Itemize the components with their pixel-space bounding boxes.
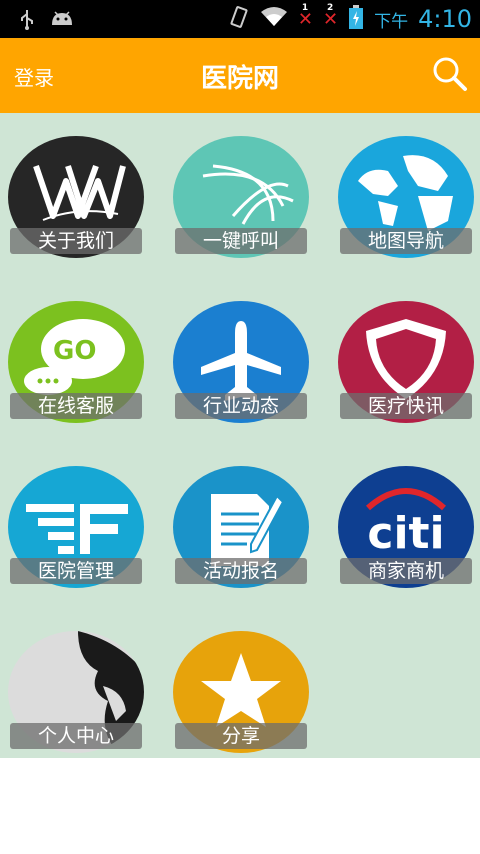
app-bar: 登录 医院网 — [0, 38, 480, 113]
status-bar: 1 ✕ 2 ✕ 下午 4:10 — [0, 0, 480, 38]
tile-one-click-call[interactable]: 一键呼叫 — [173, 136, 309, 262]
tile-personal-center[interactable]: 个人中心 — [8, 631, 144, 757]
tile-label: 分享 — [175, 723, 307, 749]
tile-label: 地图导航 — [340, 228, 472, 254]
time-prefix: 下午 — [374, 11, 409, 32]
tile-hospital-management[interactable]: 医院管理 — [8, 466, 144, 592]
battery-charging-icon — [348, 4, 364, 34]
no-signal-sim2-icon: 2 ✕ — [323, 2, 339, 30]
no-signal-sim1-icon: 1 ✕ — [297, 2, 313, 30]
svg-text:citi: citi — [367, 508, 444, 559]
tile-label: 医疗快讯 — [340, 393, 472, 419]
vibrate-icon — [228, 5, 250, 33]
tile-label: 在线客服 — [10, 393, 142, 419]
search-icon[interactable] — [432, 56, 468, 92]
tile-business-opportunities[interactable]: citi 商家商机 — [338, 466, 474, 592]
svg-text:GO: GO — [53, 336, 96, 366]
usb-icon — [18, 8, 36, 34]
tile-about-us[interactable]: 关于我们 — [8, 136, 144, 262]
tile-label: 行业动态 — [175, 393, 307, 419]
tile-event-signup[interactable]: 活动报名 — [173, 466, 309, 592]
tile-label: 商家商机 — [340, 558, 472, 584]
tile-online-service[interactable]: GO 在线客服 — [8, 301, 144, 427]
tile-map-navigation[interactable]: 地图导航 — [338, 136, 474, 262]
menu-grid: 关于我们 一键呼叫 地图导航 GO 在线客服 行业动态 医疗快讯 医院管理 活动… — [0, 113, 480, 758]
clock: 4:10 — [418, 5, 472, 33]
tile-label: 关于我们 — [10, 228, 142, 254]
android-icon — [50, 9, 74, 33]
tile-share[interactable]: 分享 — [173, 631, 309, 757]
page-title: 医院网 — [200, 64, 279, 94]
tile-label: 个人中心 — [10, 723, 142, 749]
tile-industry-news[interactable]: 行业动态 — [173, 301, 309, 427]
tile-medical-news[interactable]: 医疗快讯 — [338, 301, 474, 427]
tile-label: 活动报名 — [175, 558, 307, 584]
wifi-icon — [260, 6, 288, 32]
tile-label: 医院管理 — [10, 558, 142, 584]
tile-label: 一键呼叫 — [175, 228, 307, 254]
